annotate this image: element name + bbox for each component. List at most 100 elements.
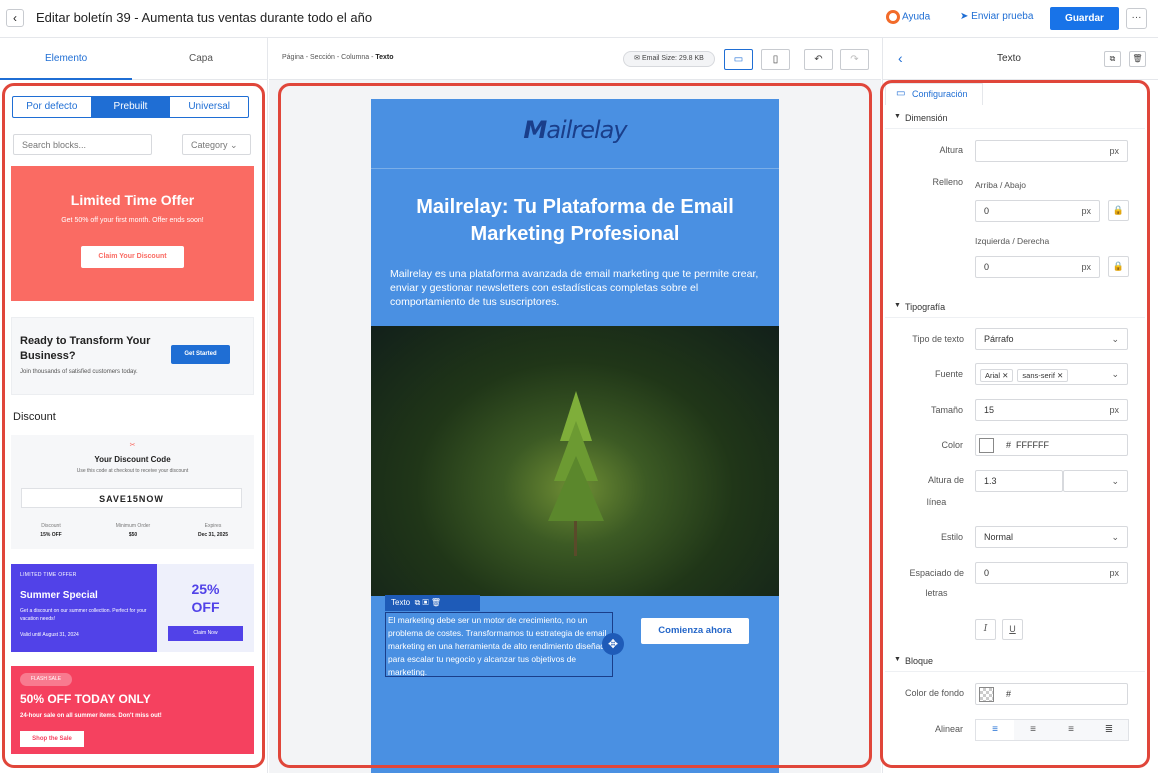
section-tipografia[interactable]: ▼ Tipografía xyxy=(885,296,1145,318)
search-blocks-input[interactable]: Search blocks... xyxy=(13,134,152,155)
tab-configuracion[interactable]: ▭ Configuración xyxy=(885,83,983,105)
align-left-icon[interactable]: ≡ xyxy=(976,720,1014,740)
paper-plane-icon: ➤ xyxy=(960,11,969,22)
block-subtitle: 24-hour sale on all summer items. Don't … xyxy=(20,713,162,719)
forest-photo[interactable] xyxy=(371,326,779,596)
transparent-swatch[interactable] xyxy=(979,687,994,702)
select-value: Normal xyxy=(984,532,1014,542)
underline-icon[interactable]: U xyxy=(1002,619,1023,640)
undo-button[interactable]: ↶ xyxy=(804,49,833,70)
select-value: Párrafo xyxy=(984,334,1014,344)
discount-code: SAVE15NOW xyxy=(21,488,242,508)
align-justify-icon[interactable]: ≣ xyxy=(1090,720,1128,740)
send-test-label: Enviar prueba xyxy=(971,11,1034,22)
block-subtitle: Get 50% off your first month. Offer ends… xyxy=(61,217,204,224)
email-size-text: Email Size: 29.8 KB xyxy=(641,55,704,62)
section-dimension[interactable]: ▼ Dimensión xyxy=(885,107,1145,129)
block-limited-offer[interactable]: Limited Time Offer Get 50% off your firs… xyxy=(11,166,254,301)
email-preview: Mailrelay Mailrelay: Tu Plataforma de Em… xyxy=(371,99,779,773)
section-bloque[interactable]: ▼ Bloque xyxy=(885,650,1145,672)
color-swatch[interactable] xyxy=(979,438,994,453)
help-link[interactable]: Ayuda xyxy=(886,10,930,24)
redo-button[interactable]: ↷ xyxy=(840,49,869,70)
text-type-select[interactable]: Párrafo ⌄ xyxy=(975,328,1128,350)
desktop-view-button[interactable]: ▭ xyxy=(724,49,753,70)
email-heading[interactable]: Mailrelay: Tu Plataforma de Email Market… xyxy=(385,194,765,248)
align-label: Alinear xyxy=(934,724,963,734)
block-subtitle: Get a discount on our summer collection.… xyxy=(20,608,147,622)
tab-capa[interactable]: Capa xyxy=(189,53,213,64)
block-title: 50% OFF TODAY ONLY xyxy=(20,692,151,706)
letter-spacing-input[interactable]: 0 px xyxy=(975,562,1128,584)
move-handle-icon[interactable]: ✥ xyxy=(602,633,624,655)
tab-elemento[interactable]: Elemento xyxy=(45,53,87,64)
altura-input[interactable]: px xyxy=(975,140,1128,162)
breadcrumb-path[interactable]: Página - Sección - Columna - xyxy=(282,54,375,61)
unit-label: px xyxy=(1081,206,1091,216)
back-button[interactable]: ‹ xyxy=(6,9,24,27)
align-right-icon[interactable]: ≡ xyxy=(1052,720,1090,740)
letter-spacing-label: Espaciado de xyxy=(891,568,964,578)
discount-col: Minimum Order $50 xyxy=(98,522,168,540)
tree-image xyxy=(548,391,604,556)
caret-down-icon: ▼ xyxy=(894,302,901,309)
block-flash-sale[interactable]: FLASH SALE 50% OFF TODAY ONLY 24-hour sa… xyxy=(11,666,254,754)
more-options-button[interactable]: ··· xyxy=(1126,8,1147,29)
discount-category-heading: Discount xyxy=(13,411,56,423)
properties-header: ‹ Texto ⧉ 🗑 xyxy=(883,38,1158,80)
block-discount-code[interactable]: ✂ Your Discount Code Use this code at ch… xyxy=(11,435,254,549)
unit-label: px xyxy=(1109,568,1119,578)
bg-color-input[interactable]: # xyxy=(975,683,1128,705)
block-subtitle: Use this code at checkout to receive you… xyxy=(76,468,189,474)
remove-tag-icon[interactable]: ✕ xyxy=(1002,371,1008,380)
email-paragraph[interactable]: Mailrelay es una plataforma avanzada de … xyxy=(390,267,762,309)
line-height-unit-select[interactable]: ⌄ xyxy=(1063,470,1128,492)
send-test-link[interactable]: ➤ Enviar prueba xyxy=(960,11,1033,22)
label-line-1: Espaciado de xyxy=(909,568,964,578)
top-bar: ‹ Editar boletín 39 - Aumenta tus ventas… xyxy=(0,0,1158,38)
color-hash: # xyxy=(1006,440,1012,450)
padding-left-right-input[interactable]: 0 px xyxy=(975,256,1100,278)
top-bottom-label: Arriba / Abajo xyxy=(975,180,1027,190)
lock-icon[interactable]: 🔒 xyxy=(1108,256,1129,277)
style-select[interactable]: Normal ⌄ xyxy=(975,526,1128,548)
segment-prebuilt[interactable]: Prebuilt xyxy=(91,97,171,117)
unit-label: px xyxy=(1109,146,1119,156)
summer-right: 25% OFF Claim Now xyxy=(157,564,254,652)
chevron-down-icon: ⌄ xyxy=(1111,334,1119,344)
line-height-input[interactable]: 1.3 xyxy=(975,470,1063,492)
remove-tag-icon[interactable]: ✕ xyxy=(1057,371,1063,380)
col-value: 15% OFF xyxy=(40,532,62,538)
copy-icon[interactable]: ⧉ xyxy=(415,598,421,607)
color-input[interactable]: # FFFFFF xyxy=(975,434,1128,456)
font-size-input[interactable]: 15 px xyxy=(975,399,1128,421)
input-value: 0 xyxy=(984,262,990,272)
trash-icon[interactable]: 🗑 xyxy=(431,598,441,607)
save-block-icon[interactable]: ▣ xyxy=(423,598,429,607)
altura-label: Altura xyxy=(939,145,963,155)
align-buttons: ≡ ≡ ≡ ≣ xyxy=(975,719,1129,741)
lock-icon[interactable]: 🔒 xyxy=(1108,200,1129,221)
active-tab-indicator xyxy=(0,78,132,80)
block-transform[interactable]: Ready to Transform Your Business? Join t… xyxy=(11,317,254,395)
section-label: Tipografía xyxy=(905,302,946,312)
mobile-view-button[interactable]: ▯ xyxy=(761,49,790,70)
envelope-icon: ✉ xyxy=(634,55,641,62)
font-multiselect[interactable]: Arial ✕ sans-serif ✕ ⌄ xyxy=(975,363,1128,385)
align-center-icon[interactable]: ≡ xyxy=(1014,720,1052,740)
block-summer-special[interactable]: LIMITED TIME OFFER Summer Special Get a … xyxy=(11,564,254,652)
delete-icon[interactable]: 🗑 xyxy=(1129,51,1146,67)
padding-top-bottom-input[interactable]: 0 px xyxy=(975,200,1100,222)
segment-por-defecto[interactable]: Por defecto xyxy=(13,97,92,117)
category-select[interactable]: Category ⌄ xyxy=(182,134,251,155)
block-button: Claim Your Discount xyxy=(81,246,184,268)
save-button[interactable]: Guardar xyxy=(1050,7,1119,30)
selected-block-toolbar: Texto ⧉ ▣ 🗑 xyxy=(385,595,480,611)
label-line-2: letras xyxy=(925,588,948,598)
selected-text-block[interactable]: El marketing debe ser un motor de crecim… xyxy=(385,612,613,677)
duplicate-icon[interactable]: ⧉ xyxy=(1104,51,1121,67)
segment-universal[interactable]: Universal xyxy=(170,97,248,117)
italic-icon[interactable]: I xyxy=(975,619,996,640)
mailrelay-logo: Mailrelay xyxy=(371,116,779,152)
cta-button[interactable]: Comienza ahora xyxy=(641,618,749,644)
